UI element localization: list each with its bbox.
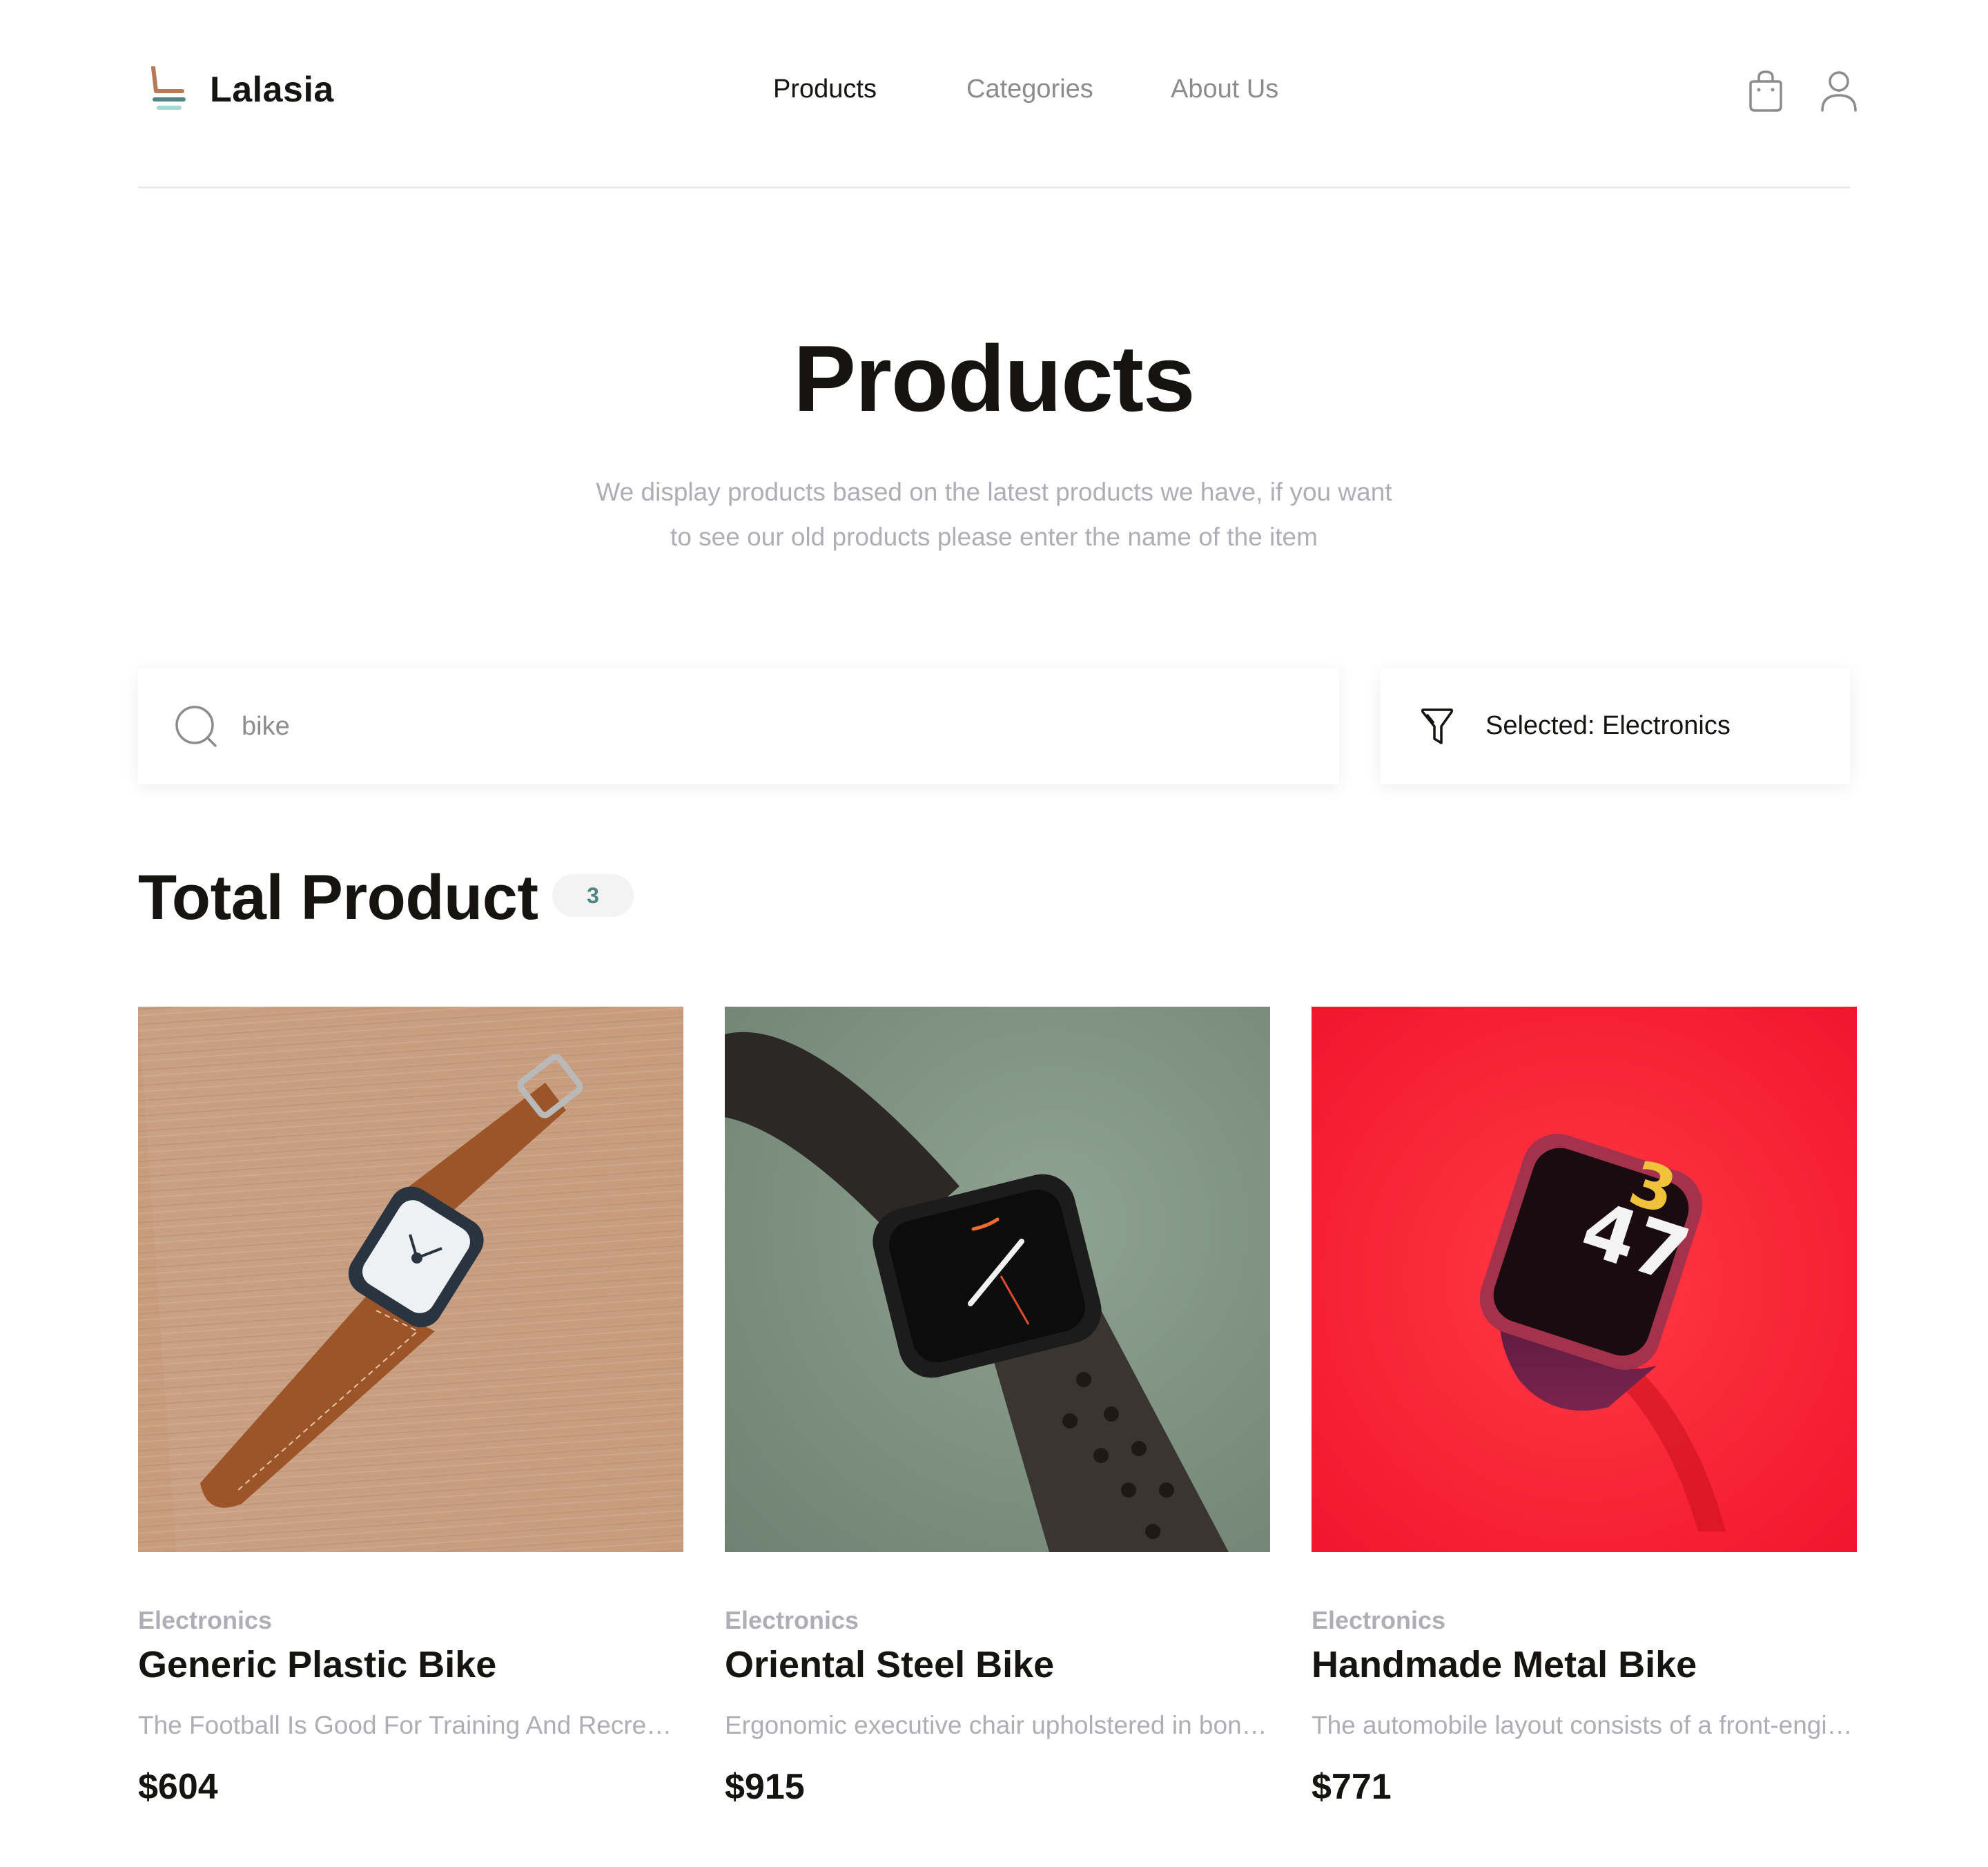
- product-image[interactable]: [138, 1007, 683, 1552]
- product-image[interactable]: [725, 1007, 1270, 1552]
- lalasia-logo-icon[interactable]: [146, 66, 186, 112]
- product-name[interactable]: Generic Plastic Bike: [138, 1643, 496, 1686]
- page-subtitle-line-1: We display products based on the latest …: [596, 478, 1392, 506]
- nav-products[interactable]: Products: [773, 75, 877, 104]
- brand-name[interactable]: Lalasia: [210, 69, 334, 110]
- product-description: Ergonomic executive chair upholstered in…: [725, 1711, 1270, 1739]
- filter-icon: [1421, 708, 1454, 744]
- page-subtitle: We display products based on the latest …: [545, 470, 1443, 559]
- total-product-title: Total Product: [138, 862, 538, 933]
- nav-about-us[interactable]: About Us: [1171, 75, 1278, 104]
- top-header: Lalasia Products Categories About Us: [138, 0, 1857, 188]
- product-count-badge: 3: [552, 874, 634, 917]
- search-input[interactable]: [242, 700, 1291, 753]
- product-price: $604: [138, 1767, 218, 1807]
- product-image[interactable]: 47 3: [1312, 1007, 1857, 1552]
- bag-icon[interactable]: [1745, 69, 1786, 113]
- product-category: Electronics: [138, 1606, 273, 1634]
- user-icon[interactable]: [1818, 69, 1860, 113]
- product-name[interactable]: Handmade Metal Bike: [1312, 1643, 1697, 1686]
- product-name[interactable]: Oriental Steel Bike: [725, 1643, 1054, 1686]
- filter-selected-label: Selected: Electronics: [1485, 711, 1731, 740]
- product-description: The automobile layout consists of a fron…: [1312, 1711, 1857, 1739]
- product-category: Electronics: [1312, 1606, 1446, 1634]
- search-bar: [138, 668, 1339, 784]
- product-card[interactable]: Electronics Generic Plastic Bike The Foo…: [138, 1007, 683, 1821]
- product-price: $771: [1312, 1767, 1392, 1807]
- product-card[interactable]: Electronics Oriental Steel Bike Ergonomi…: [725, 1007, 1270, 1821]
- page: Lalasia Products Categories About Us Pro…: [0, 0, 1988, 1867]
- product-price: $915: [725, 1767, 805, 1807]
- search-icon: [175, 706, 217, 747]
- page-subtitle-line-2: to see our old products please enter the…: [670, 523, 1318, 551]
- product-card[interactable]: 47 3 Electronics Handmade Metal Bike The…: [1312, 1007, 1857, 1821]
- product-category: Electronics: [725, 1606, 859, 1634]
- product-description: The Football Is Good For Training And Re…: [138, 1711, 683, 1739]
- page-title: Products: [793, 326, 1195, 431]
- nav-categories[interactable]: Categories: [966, 75, 1093, 104]
- category-filter-dropdown[interactable]: Selected: Electronics: [1381, 668, 1850, 784]
